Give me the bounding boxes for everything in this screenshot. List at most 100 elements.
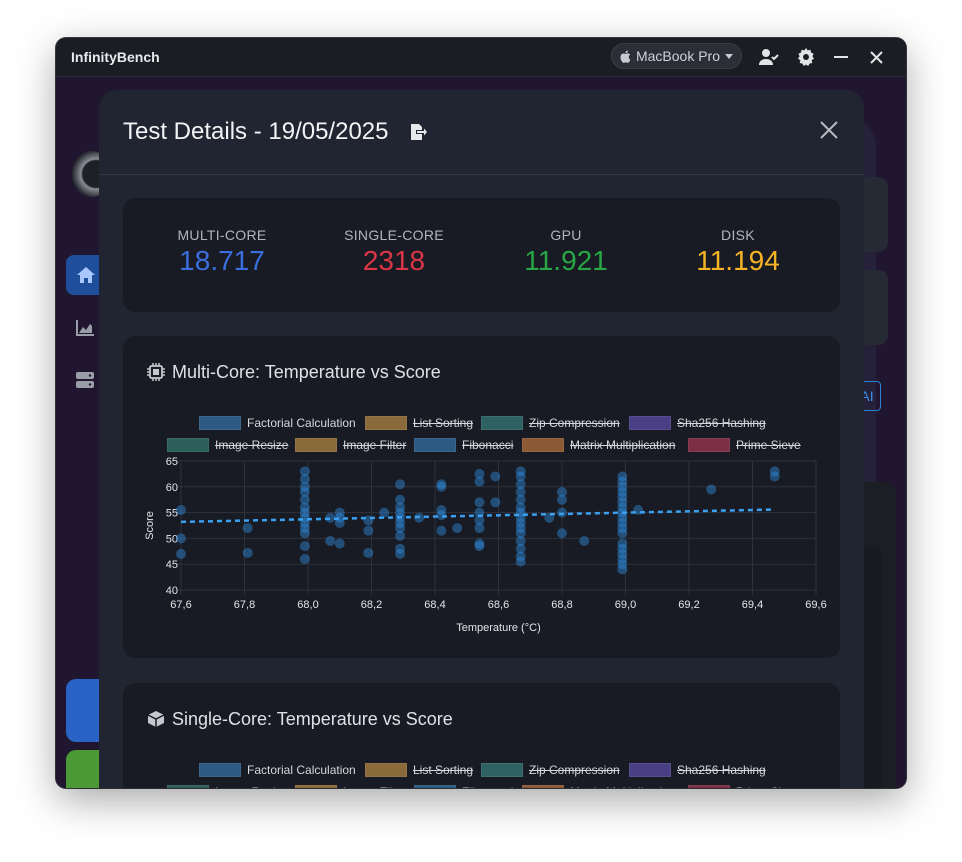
scatter-point [242,523,253,534]
legend-label: List Sorting [413,763,474,777]
scatter-point [176,505,186,516]
stat-disk: DISK 11.194 [653,227,823,277]
x-axis-title: Temperature (°C) [456,622,540,634]
gear-icon[interactable] [796,47,816,67]
y-tick-label: 45 [166,559,178,571]
scatter-point [557,528,567,539]
stat-value: 11.194 [696,245,780,276]
modal-header: Test Details - 19/05/2025 [99,90,864,175]
x-tick-label: 68,2 [361,599,382,611]
scatter-point [769,471,780,482]
stat-label: MULTI-CORE [177,227,267,243]
scatter-point [617,564,628,575]
legend-label: Fibonacci [462,785,513,788]
x-tick-label: 69,0 [615,599,636,611]
scatter-point [474,541,485,552]
x-tick-label: 68,6 [488,599,509,611]
device-selector[interactable]: MacBook Pro [611,43,742,69]
modal-title: Test Details - 19/05/2025 [123,118,389,145]
scatter-point [474,497,485,508]
user-check-icon[interactable] [759,47,779,67]
stat-value: 18.717 [179,245,265,276]
legend-item[interactable]: Sha256 Hashing [629,763,766,777]
cube-icon [147,710,165,728]
scatter-point [474,523,485,534]
x-tick-label: 67,8 [234,599,255,611]
legend-item[interactable]: Image Filter [295,785,406,788]
scatter-point [395,530,406,541]
scatter-point [557,507,567,518]
legend-item[interactable]: Image Resize [167,785,288,788]
legend-item[interactable]: Matrix Multiplication [522,785,675,788]
x-tick-label: 68,8 [551,599,572,611]
x-tick-label: 67,6 [170,599,191,611]
legend-label: Zip Compression [529,763,620,777]
chart-icon[interactable] [76,320,96,340]
y-tick-label: 40 [166,585,178,597]
x-tick-label: 68,0 [297,599,318,611]
chart-title: Single-Core: Temperature vs Score [172,709,453,729]
device-label: MacBook Pro [635,48,721,64]
y-axis-title: Score [144,511,156,540]
legend-label: Prime Sieve [736,785,801,788]
scatter-point [452,523,463,534]
scatter-point [395,479,406,490]
app-title: InfinityBench [71,49,160,65]
scatter-point [395,548,406,559]
close-modal-icon[interactable] [819,120,843,144]
legend-item[interactable]: Fibonacci [414,785,513,788]
scatter-point [515,556,526,567]
title-bar: InfinityBench MacBook Pro [56,38,906,77]
scatter-point [579,535,590,546]
scatter-point [474,476,485,487]
scatter-point [299,541,310,552]
scatter-point [490,471,501,482]
legend-label: Factorial Calculation [247,763,356,777]
scatter-point [176,548,186,559]
legend-label: Image Filter [343,785,406,788]
stat-value: 2318 [362,245,426,276]
legend-label: Sha256 Hashing [677,763,766,777]
scatter-point [325,535,336,546]
scatter-point [617,528,628,539]
stat-gpu: GPU 11.921 [481,227,651,277]
single-core-chart-card: Single-Core: Temperature vs Score Factor… [123,683,840,788]
scatter-point [176,533,186,544]
score-summary: MULTI-CORE 18.717 SINGLE-CORE 2318 GPU 1… [123,198,840,312]
minimize-icon[interactable] [831,47,851,67]
apple-icon [620,50,631,63]
export-icon[interactable] [409,123,429,143]
legend-item[interactable]: List Sorting [365,763,473,777]
x-tick-label: 69,4 [742,599,763,611]
legend-item[interactable]: Zip Compression [481,763,620,777]
scatter-point [557,494,567,505]
x-tick-label: 68,4 [424,599,445,611]
multi-core-chart-card: Multi-Core: Temperature vs Score Factori… [123,336,840,658]
legend-label: Matrix Multiplication [570,785,675,788]
legend-label: Image Resize [215,785,288,788]
scatter-point [299,528,310,539]
x-tick-label: 69,2 [678,599,699,611]
stat-single-core: SINGLE-CORE 2318 [309,227,479,277]
legend-item[interactable]: Factorial Calculation [199,763,356,777]
scatter-point [363,547,374,558]
chevron-down-icon [725,53,734,59]
app-window: InfinityBench MacBook Pro AI Test Detail… [56,38,906,788]
y-tick-label: 65 [166,456,178,468]
scatter-point [490,497,501,508]
stat-label: GPU [550,227,582,243]
stat-value: 11.921 [524,245,608,276]
scatter-point [379,507,390,518]
scatter-point [242,547,253,558]
legend-item[interactable]: Prime Sieve [688,785,801,788]
x-tick-label: 69,6 [805,599,826,611]
scatter-point [706,484,717,495]
test-details-modal: Test Details - 19/05/2025 MULTI-CORE 18.… [99,90,864,788]
server-icon[interactable] [76,372,96,392]
stat-label: SINGLE-CORE [344,227,444,243]
close-window-icon[interactable] [866,47,886,67]
scatter-chart: 67,6 67,8 68,0 68,2 68,4 68,6 68,8 69,0 69,2 69,4… [144,456,827,634]
stat-multi-core: MULTI-CORE 18.717 [137,227,307,277]
y-tick-label: 60 [166,482,178,494]
scatter-point [299,554,310,565]
